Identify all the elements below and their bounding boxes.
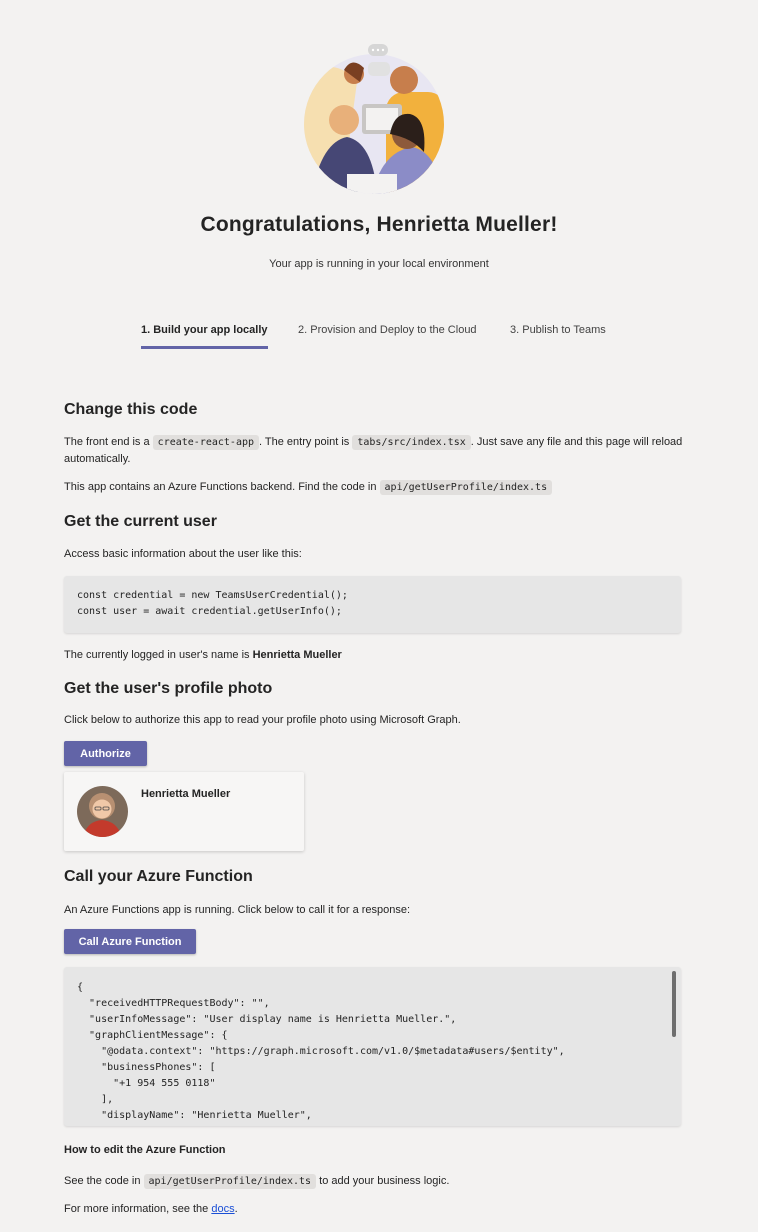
change-code-heading: Change this code — [64, 401, 198, 418]
profile-photo-heading: Get the user's profile photo — [64, 680, 273, 697]
tab-provision-deploy[interactable]: 2. Provision and Deploy to the Cloud — [298, 324, 477, 346]
inline-code-api-path: api/getUserProfile/index.ts — [379, 480, 553, 495]
page-title: Congratulations, Henrietta Mueller! — [200, 213, 558, 236]
avatar — [77, 786, 128, 837]
azure-function-response[interactable]: { "receivedHTTPRequestBody": "", "userIn… — [64, 967, 681, 1126]
profile-photo-intro: Click below to authorize this app to rea… — [64, 714, 461, 726]
edit-function-text: See the code in api/getUserProfile/index… — [64, 1173, 684, 1190]
inline-code-api-path: api/getUserProfile/index.ts — [143, 1174, 317, 1189]
user-info-code-block: const credential = new TeamsUserCredenti… — [64, 576, 681, 633]
text-segment: to add your business logic. — [316, 1175, 450, 1187]
page-subtitle: Your app is running in your local enviro… — [269, 258, 489, 270]
edit-function-heading: How to edit the Azure Function — [64, 1144, 226, 1156]
azure-function-heading: Call your Azure Function — [64, 868, 253, 885]
text-segment: The currently logged in user's name is — [64, 649, 253, 661]
tab-build-locally[interactable]: 1. Build your app locally — [141, 324, 268, 349]
docs-link[interactable]: docs — [211, 1203, 234, 1215]
text-segment: For more information, see the — [64, 1203, 212, 1215]
tab-publish-teams[interactable]: 3. Publish to Teams — [510, 324, 606, 346]
logged-in-user-text: The currently logged in user's name is H… — [64, 647, 684, 664]
change-code-paragraph: The front end is a create-react-app. The… — [64, 434, 684, 468]
hero-illustration — [302, 42, 446, 194]
call-azure-function-button[interactable]: Call Azure Function — [64, 929, 196, 954]
inline-code-create-react-app: create-react-app — [152, 435, 259, 450]
text-segment: . — [234, 1203, 238, 1215]
response-scrollbar[interactable] — [672, 971, 676, 1037]
current-user-heading: Get the current user — [64, 513, 217, 530]
profile-card: Henrietta Mueller — [64, 772, 304, 851]
more-info-text: For more information, see the docs. — [64, 1201, 684, 1218]
text-segment: . The entry point is — [259, 436, 353, 448]
inline-code-entry-point: tabs/src/index.tsx — [352, 435, 471, 450]
logged-in-user-name: Henrietta Mueller — [252, 649, 342, 661]
profile-card-name: Henrietta Mueller — [141, 788, 231, 800]
text-segment: See the code in — [64, 1175, 144, 1187]
authorize-button[interactable]: Authorize — [64, 741, 147, 766]
text-segment: The front end is a — [64, 436, 153, 448]
step-tabs: 1. Build your app locally 2. Provision a… — [0, 324, 758, 350]
text-segment: This app contains an Azure Functions bac… — [64, 481, 380, 493]
current-user-intro: Access basic information about the user … — [64, 548, 302, 560]
backend-paragraph: This app contains an Azure Functions bac… — [64, 479, 684, 496]
azure-function-intro: An Azure Functions app is running. Click… — [64, 904, 411, 916]
